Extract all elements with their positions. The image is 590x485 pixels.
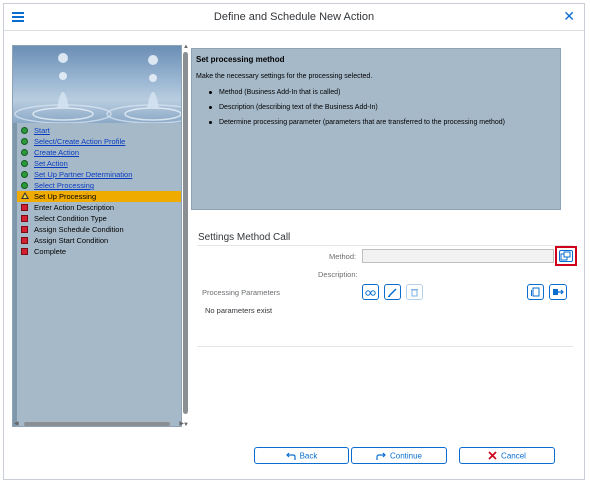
scroll-left-icon[interactable]: ◀: [14, 420, 19, 427]
back-button[interactable]: Back: [254, 447, 349, 464]
value-help-button[interactable]: [559, 250, 573, 262]
step-open-icon: [21, 204, 28, 211]
wizard-step[interactable]: Set Action: [17, 158, 181, 169]
bullet-item: Determine processing parameter (paramete…: [209, 117, 505, 132]
wizard-step-label[interactable]: Create Action: [34, 148, 79, 157]
wizard-steps-panel: Start Select/Create Action Profile Create …: [12, 45, 182, 427]
close-icon[interactable]: ✕: [563, 9, 575, 25]
wizard-step-label[interactable]: Start: [34, 126, 50, 135]
step-open-icon: [21, 215, 28, 222]
wizard-step[interactable]: Set Up Partner Determination: [17, 169, 181, 180]
wizard-step-label: Assign Start Condition: [34, 236, 109, 245]
edit-parameter-button[interactable]: [384, 284, 401, 300]
wizard-step: Enter Action Description: [17, 202, 181, 213]
step-open-icon: [21, 226, 28, 233]
step-complete-icon: [21, 182, 28, 189]
method-label: Method:: [329, 252, 357, 261]
wizard-step: Assign Start Condition: [17, 235, 181, 246]
step-complete-icon: [21, 127, 28, 134]
wizard-step: Select Condition Type: [17, 213, 181, 224]
dialog-title: Define and Schedule New Action: [213, 11, 375, 23]
step-info-intro: Make the necessary settings for the proc…: [196, 73, 373, 80]
bullet-item: Description (describing text of the Busi…: [209, 102, 505, 117]
back-arrow-icon: [285, 452, 296, 460]
export-parameter-button[interactable]: [549, 284, 567, 300]
wizard-step-label: Select Condition Type: [34, 214, 107, 223]
step-complete-icon: [21, 149, 28, 156]
vertical-scrollbar[interactable]: ▲ ▼: [182, 44, 190, 428]
continue-button[interactable]: Continue: [351, 447, 447, 464]
step-info-bullets: Method (Business Add-In that is called) …: [209, 87, 505, 132]
step-info-panel: Set processing method Make the necessary…: [191, 48, 561, 210]
horizontal-scrollbar[interactable]: ◀ ▶: [14, 420, 184, 428]
wizard-step-label[interactable]: Set Up Partner Determination: [34, 170, 132, 179]
wizard-step: Set Up Processing: [17, 191, 181, 202]
cancel-button[interactable]: Cancel: [459, 447, 555, 464]
processing-parameters-label: Processing Parameters: [202, 288, 280, 297]
delete-parameter-button[interactable]: [406, 284, 423, 300]
step-info-title: Set processing method: [196, 55, 285, 64]
cancel-x-icon: [488, 451, 497, 460]
wizard-step-label[interactable]: Select/Create Action Profile: [34, 137, 125, 146]
continue-button-label: Continue: [389, 451, 423, 461]
title-bar: Define and Schedule New Action ✕: [4, 4, 584, 31]
copy-parameter-button[interactable]: [527, 284, 544, 300]
scroll-thumb-horizontal[interactable]: [24, 422, 170, 426]
wizard-step-label: Set Up Processing: [34, 192, 97, 201]
no-parameters-message: No parameters exist: [205, 306, 273, 315]
settings-section-title: Settings Method Call: [198, 232, 291, 243]
trash-icon: [411, 289, 418, 297]
continue-arrow-icon: [376, 452, 386, 460]
glasses-icon: [365, 290, 376, 296]
step-complete-icon: [21, 138, 28, 145]
step-warning-icon: [21, 192, 29, 199]
cancel-button-label: Cancel: [501, 451, 526, 461]
bullet-item: Method (Business Add-In that is called): [209, 87, 505, 102]
method-input[interactable]: [362, 249, 554, 263]
step-complete-icon: [21, 171, 28, 178]
display-parameter-button[interactable]: [362, 284, 379, 300]
wizard-step-list: Start Select/Create Action Profile Create …: [17, 125, 181, 257]
back-button-label: Back: [299, 451, 318, 461]
wizard-step-label[interactable]: Set Action: [34, 159, 68, 168]
wizard-step[interactable]: Select Processing: [17, 180, 181, 191]
wizard-step: Assign Schedule Condition: [17, 224, 181, 235]
wizard-step-label[interactable]: Select Processing: [34, 181, 94, 190]
scroll-up-icon[interactable]: ▲: [182, 44, 190, 50]
wizard-step[interactable]: Create Action: [17, 147, 181, 158]
description-label: Description:: [318, 270, 358, 279]
pencil-icon: [388, 288, 397, 297]
export-icon: [553, 289, 564, 295]
wizard-step-label: Enter Action Description: [34, 203, 115, 212]
wizard-step-label: Complete: [34, 247, 67, 256]
scroll-thumb[interactable]: [183, 52, 188, 414]
wizard-step: Complete: [17, 246, 181, 257]
step-open-icon: [21, 248, 28, 255]
document-icon: [531, 287, 540, 297]
wizard-step[interactable]: Select/Create Action Profile: [17, 136, 181, 147]
wizard-step-label: Assign Schedule Condition: [34, 225, 124, 234]
step-open-icon: [21, 237, 28, 244]
value-help-highlight: [555, 246, 577, 266]
water-drop-banner-image: [13, 46, 181, 123]
value-help-icon: [560, 251, 571, 261]
wizard-step[interactable]: Start: [17, 125, 181, 136]
scroll-right-icon[interactable]: ▶: [179, 420, 184, 427]
step-complete-icon: [21, 160, 28, 167]
